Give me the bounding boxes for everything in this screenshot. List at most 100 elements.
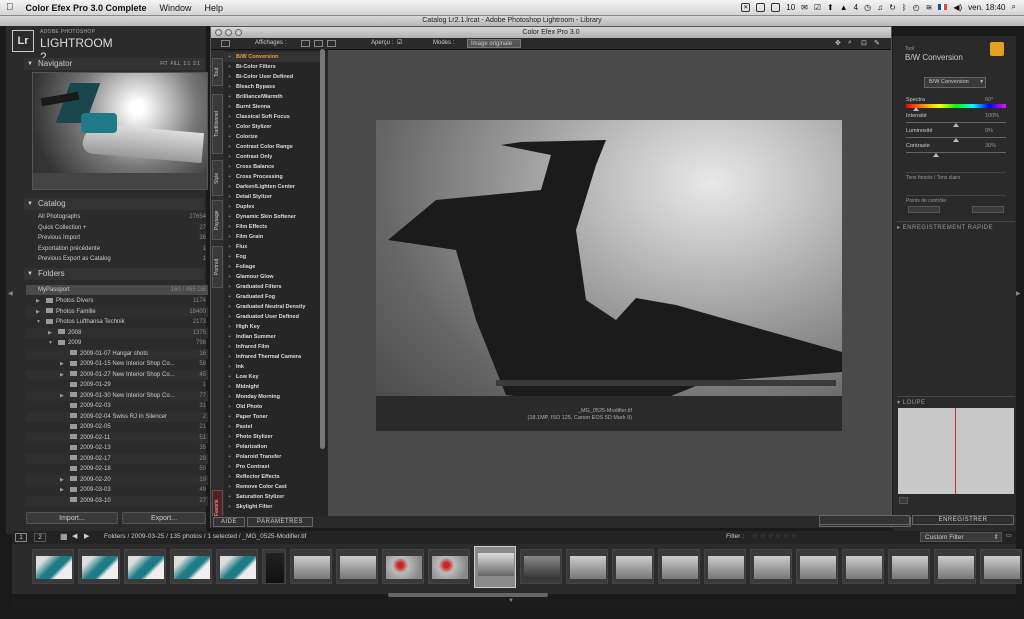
filmstrip-thumbnail[interactable]: [750, 549, 792, 584]
sync-icon[interactable]: ↻: [889, 3, 896, 12]
filter-item[interactable]: Bleach Bypass: [224, 82, 324, 92]
category-tab[interactable]: Tout: [212, 58, 223, 86]
page-1-button[interactable]: 1: [15, 533, 27, 542]
spotlight-icon[interactable]: ⌕: [1012, 2, 1016, 12]
filmstrip-thumbnail[interactable]: [474, 546, 516, 588]
close-box-icon[interactable]: ✕: [741, 2, 751, 12]
filter-item[interactable]: Paper Toner: [224, 412, 324, 422]
filter-item[interactable]: Low Key: [224, 372, 324, 382]
loupe-view[interactable]: [898, 408, 1014, 494]
filter-item[interactable]: Graduated User Defined: [224, 312, 324, 322]
annuler-button-2[interactable]: [819, 515, 910, 525]
folder-item[interactable]: ▶ 2008 1375: [26, 327, 208, 338]
apple-icon[interactable]: : [6, 2, 14, 13]
filter-item[interactable]: Bi-Color Filters: [224, 62, 324, 72]
parametres-button[interactable]: PARAMETRES: [247, 517, 313, 527]
zoom-2-1[interactable]: 2:1: [193, 61, 200, 67]
page-2-button[interactable]: 2: [34, 533, 46, 542]
folder-item[interactable]: ▶ 2009-03-03 49: [26, 485, 208, 496]
menu-help[interactable]: Help: [205, 3, 224, 13]
grid-view-icon[interactable]: ▦: [60, 532, 68, 541]
preview-check-icon[interactable]: ☑: [397, 39, 402, 46]
folder-item[interactable]: ▼ Photos Lufthansa Technik 2173: [26, 317, 208, 328]
filmstrip-thumbnail[interactable]: [612, 549, 654, 584]
filter-item[interactable]: Graduated Filters: [224, 282, 324, 292]
folder-item[interactable]: 2009-02-17 29: [26, 453, 208, 464]
clock-text[interactable]: ven. 18:40: [968, 3, 1005, 12]
mode-select[interactable]: Image originale: [467, 39, 521, 48]
filter-item[interactable]: Classical Soft Focus: [224, 112, 324, 122]
filmstrip-thumbnail[interactable]: [382, 549, 424, 584]
folder-disclosure-icon[interactable]: ▶: [36, 307, 40, 317]
flag-icon[interactable]: [938, 4, 948, 10]
category-tab[interactable]: Style: [212, 160, 223, 196]
filter-item[interactable]: Graduated Neutral Density: [224, 302, 324, 312]
filmstrip-thumbnail[interactable]: [796, 549, 838, 584]
catalog-item[interactable]: All Photographs 27654: [26, 212, 208, 222]
filmstrip-thumbnail[interactable]: [888, 549, 930, 584]
view-single-icon[interactable]: [301, 40, 310, 47]
filter-item[interactable]: Foliage: [224, 262, 324, 272]
filter-item[interactable]: Contrast Color Range: [224, 142, 324, 152]
filter-item[interactable]: Pro Contrast: [224, 462, 324, 472]
category-tab[interactable]: Traditionnel: [212, 94, 223, 154]
headphones-icon[interactable]: ♫: [877, 3, 883, 12]
navigator-preview[interactable]: [32, 72, 208, 190]
slider-track[interactable]: [906, 152, 1006, 153]
drive-row[interactable]: MyPassport 160 / 465 GB: [26, 285, 208, 295]
navigator-header[interactable]: Navigator FIT FILL 1:1 2:1: [24, 58, 204, 70]
filter-item[interactable]: Cross Processing: [224, 172, 324, 182]
folder-item[interactable]: ▶ 2009-01-15 New Interior Shop Co... 59: [26, 359, 208, 370]
single-view-icon[interactable]: [221, 40, 230, 47]
zoom-tool-icon[interactable]: ⌕: [848, 39, 852, 47]
zoom-fit-icon[interactable]: ⊡: [861, 39, 867, 47]
left-collapse-icon[interactable]: ◀: [8, 290, 13, 297]
filmstrip-thumbnail[interactable]: [124, 549, 166, 584]
battery-icon[interactable]: [771, 2, 781, 12]
ok-icon[interactable]: ☑: [814, 3, 821, 12]
filter-item[interactable]: Old Photo: [224, 402, 324, 412]
import-button[interactable]: Import...: [26, 512, 118, 524]
folder-item[interactable]: ▶ Photos Famille 18400: [26, 306, 208, 317]
menu-app[interactable]: Color Efex Pro 3.0 Complete: [26, 3, 147, 13]
filter-item[interactable]: Detail Stylizer: [224, 192, 324, 202]
catalog-item[interactable]: Quick Collection + 27: [26, 223, 208, 233]
enregistrer-button[interactable]: ENREGISTRER: [912, 515, 1014, 525]
filter-item[interactable]: Glamour Glow: [224, 272, 324, 282]
loupe-header[interactable]: ▾ LOUPE: [897, 396, 1015, 406]
folder-disclosure-icon[interactable]: ▶: [60, 485, 64, 495]
app-icon[interactable]: [756, 2, 766, 12]
filmstrip-thumbnail[interactable]: [566, 549, 608, 584]
filter-item[interactable]: B/W Conversion: [224, 52, 324, 62]
folder-item[interactable]: 2009-02-04 Swiss RJ In Silencer 2: [26, 411, 208, 422]
folder-disclosure-icon[interactable]: ▶: [60, 359, 64, 369]
window-minimize-icon[interactable]: [225, 29, 232, 36]
timemachine-icon[interactable]: ◴: [913, 3, 920, 12]
folder-item[interactable]: ▶ 2009-01-30 New Interior Shop Co... 77: [26, 390, 208, 401]
filmstrip-thumbnail[interactable]: [704, 549, 746, 584]
catalog-item[interactable]: Exportation précédente 1: [26, 244, 208, 254]
zoom-fit[interactable]: FIT: [160, 61, 168, 67]
view-split-icon[interactable]: [314, 40, 323, 47]
view-side-icon[interactable]: [327, 40, 336, 47]
filter-item[interactable]: Flux: [224, 242, 324, 252]
filter-item[interactable]: Polarization: [224, 442, 324, 452]
folder-item[interactable]: 2009-02-18 50: [26, 464, 208, 475]
filmstrip-thumbnail[interactable]: [170, 549, 212, 584]
folder-disclosure-icon[interactable]: ▼: [36, 317, 41, 327]
filmstrip-thumbnail[interactable]: [336, 549, 378, 584]
filmstrip-thumbnail[interactable]: [842, 549, 884, 584]
filter-item[interactable]: Remove Color Cast: [224, 482, 324, 492]
rating-filter-stars-icon[interactable]: ☆☆☆☆☆☆: [752, 532, 799, 540]
export-button[interactable]: Export...: [122, 512, 206, 524]
folder-item[interactable]: 2009-01-07 Hangar shots 16: [26, 348, 208, 359]
filter-list-scrollbar[interactable]: [320, 49, 325, 449]
mail-icon[interactable]: ✉: [801, 3, 808, 12]
folder-disclosure-icon[interactable]: ▶: [36, 296, 40, 306]
filter-item[interactable]: Film Grain: [224, 232, 324, 242]
filmstrip-thumbnail[interactable]: [290, 549, 332, 584]
upload-icon[interactable]: ⬆: [827, 3, 834, 12]
filter-item[interactable]: Duplex: [224, 202, 324, 212]
filter-item[interactable]: Photo Stylizer: [224, 432, 324, 442]
window-zoom-icon[interactable]: [235, 29, 242, 36]
